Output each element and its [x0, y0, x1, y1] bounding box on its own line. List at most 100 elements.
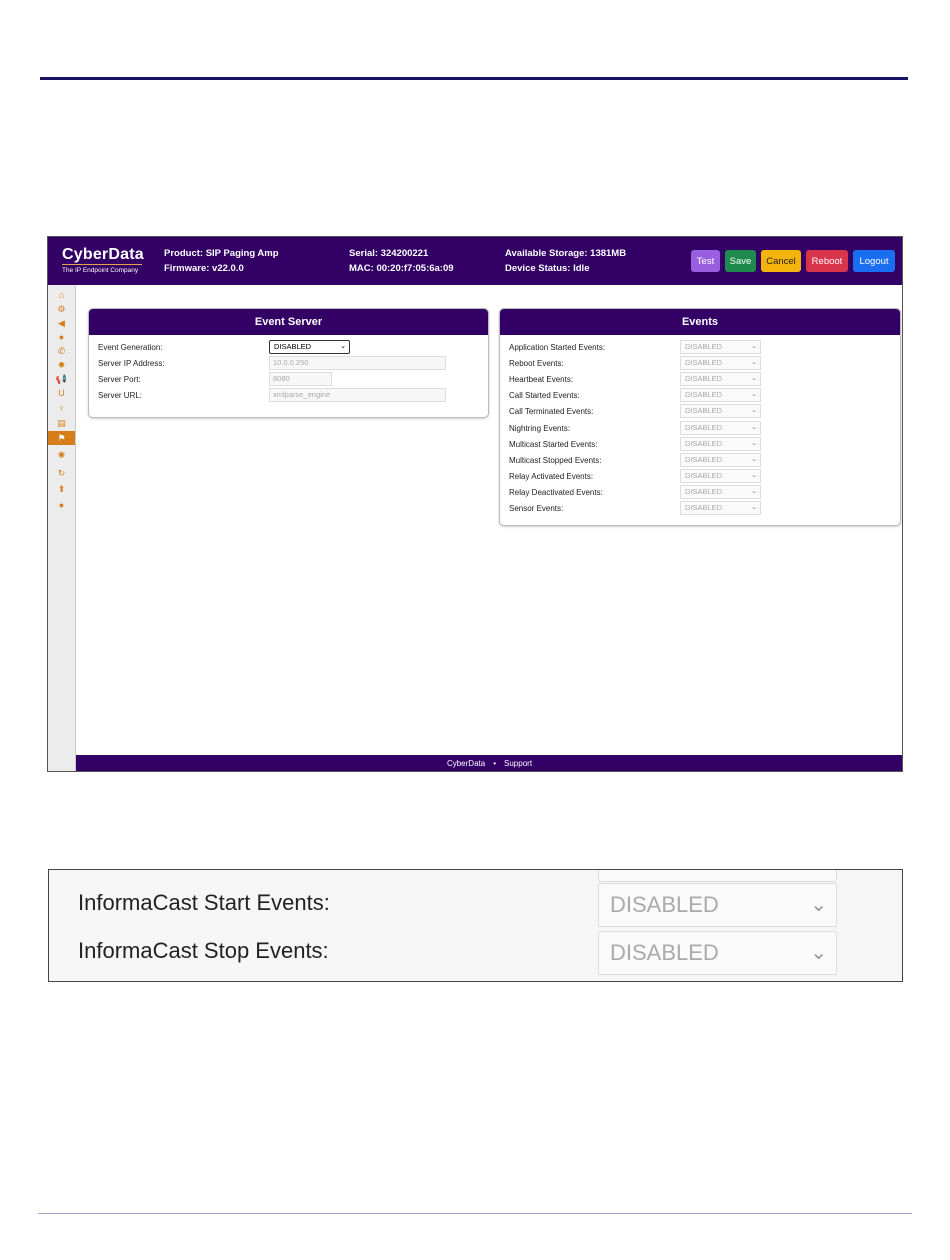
cancel-button[interactable]: Cancel	[761, 250, 801, 272]
informacast-start-select[interactable]: DISABLED ⌄	[598, 883, 837, 927]
event-row: Multicast Started Events: DISABLED ⌄	[500, 436, 900, 453]
event-select-value: DISABLED	[685, 454, 723, 464]
server-ip-label: Server IP Address:	[98, 359, 165, 368]
gears-icon[interactable]: ⚙	[48, 302, 75, 316]
event-row: Nightring Events: DISABLED ⌄	[500, 420, 900, 437]
chevron-down-icon: ⌄	[751, 455, 757, 463]
logo-name: CyberData	[62, 246, 144, 263]
chevron-down-icon: ⌄	[810, 894, 827, 916]
event-server-title: Event Server	[89, 309, 488, 335]
event-select-value: DISABLED	[685, 374, 723, 384]
gear-icon[interactable]: ✹	[48, 358, 75, 372]
save-button[interactable]: Save	[725, 250, 756, 272]
logo: CyberData The IP Endpoint Company	[62, 246, 144, 275]
event-select[interactable]: DISABLED ⌄	[680, 340, 761, 354]
ui-screenshot: CyberData The IP Endpoint Company Produc…	[47, 236, 903, 772]
event-label: Sensor Events:	[509, 504, 564, 513]
chevron-down-icon: ⌄	[751, 407, 757, 415]
event-select[interactable]: DISABLED ⌄	[680, 468, 761, 483]
event-generation-row: Event Generation: DISABLED ⌄	[89, 340, 488, 356]
server-url-row: Server URL: xmlparse_engine	[89, 388, 488, 404]
chevron-down-icon: ⌄	[751, 471, 757, 479]
event-select[interactable]: DISABLED ⌄	[680, 501, 761, 515]
event-select[interactable]: DISABLED ⌄	[680, 436, 761, 451]
megaphone-icon[interactable]: 📢	[48, 372, 75, 386]
document-icon[interactable]: ▤	[48, 416, 75, 430]
footer-separator: •	[493, 758, 497, 768]
sync-icon[interactable]: ↻	[48, 466, 75, 480]
device-info: Available Storage: 1381MB Device Status:…	[505, 246, 626, 276]
chevron-down-icon: ⌄	[810, 942, 827, 964]
phone-icon[interactable]: ✆	[48, 344, 75, 358]
chevron-down-icon: ⌄	[340, 343, 346, 350]
logo-tagline: The IP Endpoint Company	[62, 267, 139, 274]
event-label: Reboot Events:	[509, 359, 564, 369]
event-row: Heartbeat Events: DISABLED ⌄	[500, 372, 900, 388]
sidebar-nav: ⌂ ⚙ ◀ ● ✆ ✹ 📢 U ♀ ▤ ⚑ ✺ ↻ ⬆ ●	[48, 285, 76, 771]
server-port-row: Server Port: 8080	[89, 372, 488, 388]
event-generation-select[interactable]: DISABLED ⌄	[269, 340, 350, 354]
flag-icon[interactable]: ⚑	[48, 431, 75, 445]
event-row: Relay Activated Events: DISABLED ⌄	[500, 468, 900, 485]
event-server-panel: Event Server Event Generation: DISABLED …	[88, 308, 489, 418]
server-port-input[interactable]: 8080	[269, 372, 332, 386]
event-label: Call Started Events:	[509, 391, 580, 401]
user-icon[interactable]: ●	[48, 498, 75, 512]
event-row: Application Started Events: DISABLED ⌄	[500, 340, 900, 356]
event-select-value: DISABLED	[685, 358, 723, 368]
bottom-rule	[38, 1213, 912, 1214]
event-label: Nightring Events:	[509, 423, 570, 433]
server-ip-input[interactable]: 10.0.0.250	[269, 356, 446, 370]
event-row: Multicast Stopped Events: DISABLED ⌄	[500, 452, 900, 469]
event-label: Multicast Stopped Events:	[509, 455, 602, 465]
event-select-value: DISABLED	[685, 503, 723, 512]
event-label: Heartbeat Events:	[509, 375, 574, 385]
event-generation-label: Event Generation:	[98, 343, 163, 352]
product-info: Product: SIP Paging Amp Firmware: v22.0.…	[164, 246, 279, 276]
event-row: Reboot Events: DISABLED ⌄	[500, 356, 900, 372]
event-label: Multicast Started Events:	[509, 439, 598, 449]
footer-support-link[interactable]: Support	[504, 759, 532, 768]
informacast-stop-select[interactable]: DISABLED ⌄	[598, 931, 837, 975]
footer-cyberdata-link[interactable]: CyberData	[447, 759, 485, 768]
magnet-icon[interactable]: U	[48, 386, 75, 400]
home-icon[interactable]: ⌂	[48, 288, 75, 302]
event-select-value: DISABLED	[685, 342, 723, 351]
server-ip-row: Server IP Address: 10.0.0.250	[89, 356, 488, 372]
upload-icon[interactable]: ⬆	[48, 482, 75, 496]
event-row: Call Started Events: DISABLED ⌄	[500, 388, 900, 404]
event-label: Relay Activated Events:	[509, 471, 594, 481]
informacast-stop-label: InformaCast Stop Events:	[78, 938, 329, 963]
event-select-value: DISABLED	[685, 486, 723, 496]
zoom-inset: InformaCast Start Events: DISABLED ⌄ Inf…	[48, 869, 903, 982]
sun-icon[interactable]: ✺	[48, 448, 75, 462]
chevron-down-icon: ⌄	[751, 439, 757, 447]
event-select[interactable]: DISABLED ⌄	[680, 452, 761, 467]
speaker-icon[interactable]: ◀	[48, 316, 75, 330]
event-select-value: DISABLED	[685, 470, 723, 480]
event-select[interactable]: DISABLED ⌄	[680, 372, 761, 387]
device-status: Device Status: Idle	[505, 263, 590, 274]
events-panel: Events Application Started Events: DISABL…	[499, 308, 901, 526]
event-select-value: DISABLED	[685, 438, 723, 448]
logout-button[interactable]: Logout	[853, 250, 895, 272]
informacast-start-value: DISABLED	[610, 892, 719, 917]
event-select[interactable]: DISABLED ⌄	[680, 356, 761, 371]
server-port-label: Server Port:	[98, 375, 141, 384]
event-select[interactable]: DISABLED ⌄	[680, 404, 761, 419]
informacast-start-label: InformaCast Start Events:	[78, 890, 330, 915]
logo-underline	[62, 264, 142, 265]
footer-bar: CyberData • Support	[76, 755, 902, 771]
event-select[interactable]: DISABLED ⌄	[680, 484, 761, 499]
event-select[interactable]: DISABLED ⌄	[680, 420, 761, 435]
globe-icon[interactable]: ●	[48, 330, 75, 344]
previous-select-edge	[598, 870, 837, 882]
test-button[interactable]: Test	[691, 250, 720, 272]
event-row: Relay Deactivated Events: DISABLED ⌄	[500, 484, 900, 501]
reboot-button[interactable]: Reboot	[806, 250, 848, 272]
chevron-down-icon: ⌄	[751, 375, 757, 383]
event-select[interactable]: DISABLED ⌄	[680, 388, 761, 403]
server-url-input[interactable]: xmlparse_engine	[269, 388, 446, 402]
informacast-stop-value: DISABLED	[610, 940, 719, 965]
bulb-icon[interactable]: ♀	[48, 401, 75, 415]
